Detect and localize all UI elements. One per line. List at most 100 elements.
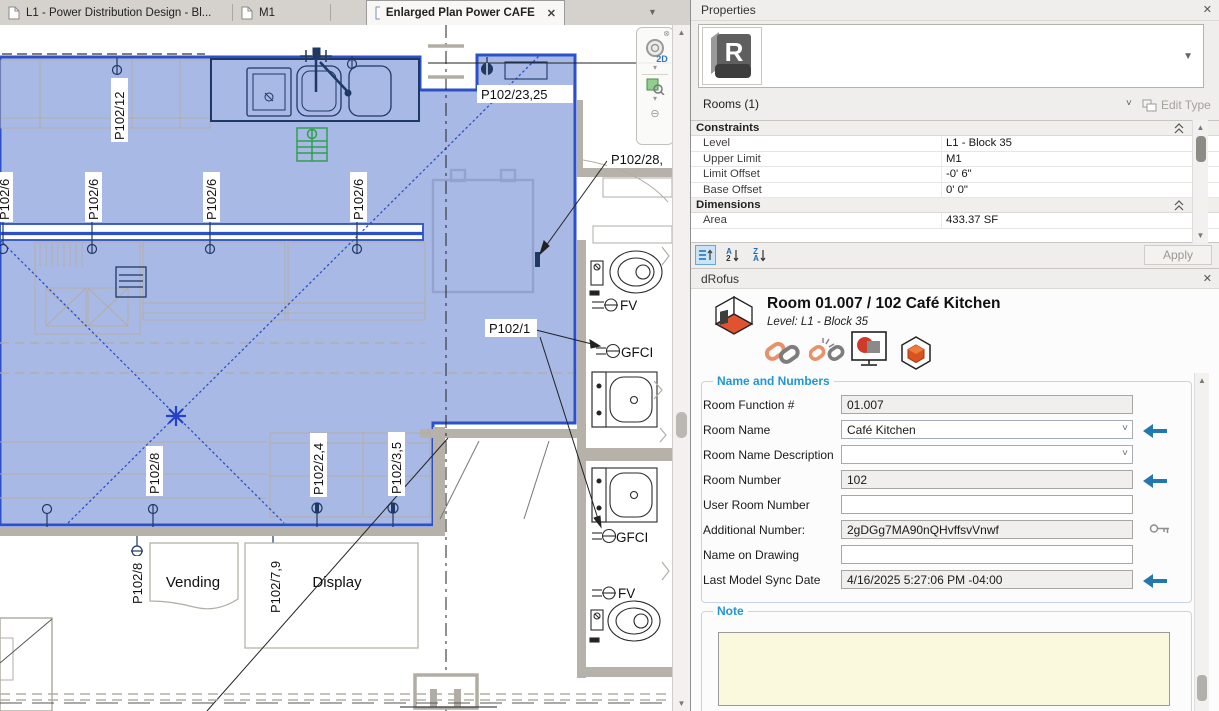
tab-label: Enlarged Plan Power CAFE xyxy=(386,7,535,19)
sort-descending-button[interactable]: ZA xyxy=(749,245,770,265)
combobox-chevron-icon[interactable]: ˅ xyxy=(1122,448,1128,459)
scrollbar-thumb[interactable] xyxy=(676,412,687,438)
fixture-label-gfci: GFCI xyxy=(616,530,648,545)
section-header-constraints[interactable]: Constraints xyxy=(691,121,1219,136)
properties-close-icon[interactable]: ✕ xyxy=(1203,3,1212,16)
sort-ascending-button[interactable]: A2 xyxy=(722,245,743,265)
properties-title: Properties xyxy=(701,3,756,17)
floor-plan: P102/12 P102/6 P102/6 P102/6 P102/6 P102… xyxy=(0,25,672,711)
navbar-close-icon[interactable]: ⊗ xyxy=(663,29,670,38)
sync-arrow-icon[interactable] xyxy=(1143,424,1167,438)
view-tab-bar: L1 - Power Distribution Design - Bl... M… xyxy=(0,0,690,25)
tab-label: L1 - Power Distribution Design - Bl... xyxy=(26,7,211,19)
tab-enlarged-plan-active[interactable]: Enlarged Plan Power CAFE ✕ xyxy=(366,0,565,25)
sort-descending-icon: ZA xyxy=(753,248,759,262)
tab-list-chevron-icon[interactable]: ▼ xyxy=(648,7,657,17)
sync-arrow-icon[interactable] xyxy=(1143,474,1167,488)
user-room-number-input[interactable] xyxy=(841,495,1133,514)
apply-button[interactable]: Apply xyxy=(1144,245,1212,265)
edit-type-label: Edit Type xyxy=(1161,98,1211,112)
tab-power-distribution[interactable]: L1 - Power Distribution Design - Bl... xyxy=(0,0,230,25)
selection-filter[interactable]: Rooms (1) xyxy=(703,97,759,111)
circuit-label: P102/7,9 xyxy=(268,561,283,613)
circuit-label: P102/8 xyxy=(147,453,162,494)
door-swings xyxy=(440,441,549,519)
room-name-description-combobox[interactable]: ˅ xyxy=(841,445,1133,464)
property-row[interactable]: Upper Limit M1 xyxy=(691,152,1219,168)
properties-grid: Constraints Level L1 - Block 35 Upper Li… xyxy=(691,120,1219,243)
edit-type-button[interactable]: Edit Type xyxy=(1142,94,1219,116)
property-row[interactable]: Area 433.37 SF xyxy=(691,213,1219,229)
drofus-close-icon[interactable]: ✕ xyxy=(1203,272,1212,285)
filter-chevron-icon[interactable]: ˅ xyxy=(1126,98,1132,109)
scroll-up-icon[interactable]: ▲ xyxy=(1193,120,1208,135)
scroll-up-icon[interactable]: ▲ xyxy=(673,25,690,40)
circuit-label: P102/2,4 xyxy=(311,443,326,495)
navbar-chevron-icon[interactable]: ▾ xyxy=(653,64,657,72)
last-sync-input[interactable] xyxy=(841,570,1133,589)
scroll-down-icon[interactable]: ▼ xyxy=(1193,228,1208,243)
sync-arrow-icon[interactable] xyxy=(1143,574,1167,588)
section-header-dimensions[interactable]: Dimensions xyxy=(691,198,1219,213)
tab-label: M1 xyxy=(259,7,275,19)
zoom-region-icon[interactable] xyxy=(645,77,665,95)
note-group xyxy=(701,611,1192,711)
collapse-icon[interactable] xyxy=(1174,200,1184,212)
navbar-pan-icon[interactable]: ⊖ xyxy=(650,107,659,120)
navbar-2d-label: 2D xyxy=(656,54,668,64)
fixture-label-fv: FV xyxy=(618,586,635,601)
field-label: Room Name xyxy=(703,423,770,437)
name-numbers-header: Name and Numbers xyxy=(713,374,834,388)
document-icon xyxy=(8,6,20,20)
drofus-vertical-scrollbar[interactable]: ▲ xyxy=(1194,373,1209,711)
circuit-label: P102/1 xyxy=(489,321,530,336)
room-function-input[interactable] xyxy=(841,395,1133,414)
sort-default-button[interactable] xyxy=(695,245,716,265)
combobox-chevron-icon[interactable]: ˅ xyxy=(1122,423,1128,434)
drofus-title: dRofus xyxy=(701,272,739,286)
canvas-vertical-scrollbar[interactable]: ▲ ▼ xyxy=(672,25,690,711)
scroll-down-icon[interactable]: ▼ xyxy=(673,696,690,711)
additional-number-input[interactable] xyxy=(841,520,1133,539)
room-number-input[interactable] xyxy=(841,470,1133,489)
circuit-label: P102/28, xyxy=(611,152,663,167)
show-on-screen-icon[interactable] xyxy=(851,331,889,368)
circuit-label: P102/6 xyxy=(86,179,101,220)
tab-close-icon[interactable]: ✕ xyxy=(547,7,556,20)
collapse-icon[interactable] xyxy=(1174,123,1184,135)
navbar-chevron-icon[interactable]: ▾ xyxy=(653,95,657,103)
name-on-drawing-input[interactable] xyxy=(841,545,1133,564)
drofus-title-bar: dRofus ✕ xyxy=(691,268,1219,289)
scroll-up-icon[interactable]: ▲ xyxy=(1195,373,1209,388)
scrollbar-thumb[interactable] xyxy=(1197,675,1207,701)
room-location-asterisk xyxy=(166,406,186,426)
fixture-label-fv: FV xyxy=(620,298,637,313)
scrollbar-thumb[interactable] xyxy=(1196,136,1206,162)
grid-vertical-scrollbar[interactable]: ▲ ▼ xyxy=(1192,120,1208,243)
tab-m1[interactable]: M1 xyxy=(233,0,329,25)
room-name-combobox[interactable]: Café Kitchen ˅ xyxy=(841,420,1133,439)
drawing-canvas[interactable]: P102/12 P102/6 P102/6 P102/6 P102/6 P102… xyxy=(0,25,672,711)
type-selector[interactable]: R ▼ xyxy=(698,24,1204,88)
svg-text:R: R xyxy=(725,37,744,67)
circuit-label: P102/23,25 xyxy=(481,87,548,102)
bim-cube-icon[interactable] xyxy=(899,336,933,370)
document-icon xyxy=(241,6,253,20)
note-textarea[interactable] xyxy=(718,632,1170,706)
link-icon[interactable] xyxy=(763,336,801,368)
document-icon xyxy=(375,6,380,20)
property-row[interactable]: Limit Offset -0' 6" xyxy=(691,167,1219,183)
drofus-room-icon xyxy=(707,293,761,341)
navigation-bar[interactable]: ⊗ 2D ▾ ▾ ⊖ xyxy=(636,27,672,145)
properties-title-bar: Properties ✕ xyxy=(691,0,1219,21)
properties-toolbar: A2 ZA Apply xyxy=(691,243,1219,267)
property-row[interactable]: Level L1 - Block 35 xyxy=(691,136,1219,152)
partial-fixture-marks xyxy=(654,247,669,580)
drofus-panel: Room 01.007 / 102 Café Kitchen Level: L1… xyxy=(691,289,1219,711)
property-row[interactable]: Base Offset 0' 0" xyxy=(691,183,1219,199)
circuit-label: P102/3,5 xyxy=(389,442,404,494)
type-selector-chevron-icon[interactable]: ▼ xyxy=(1183,51,1193,62)
unlink-icon[interactable] xyxy=(809,336,845,368)
right-panel: Properties ✕ R ▼ Rooms (1) ˅ xyxy=(690,0,1219,711)
navbar-divider xyxy=(642,74,668,75)
